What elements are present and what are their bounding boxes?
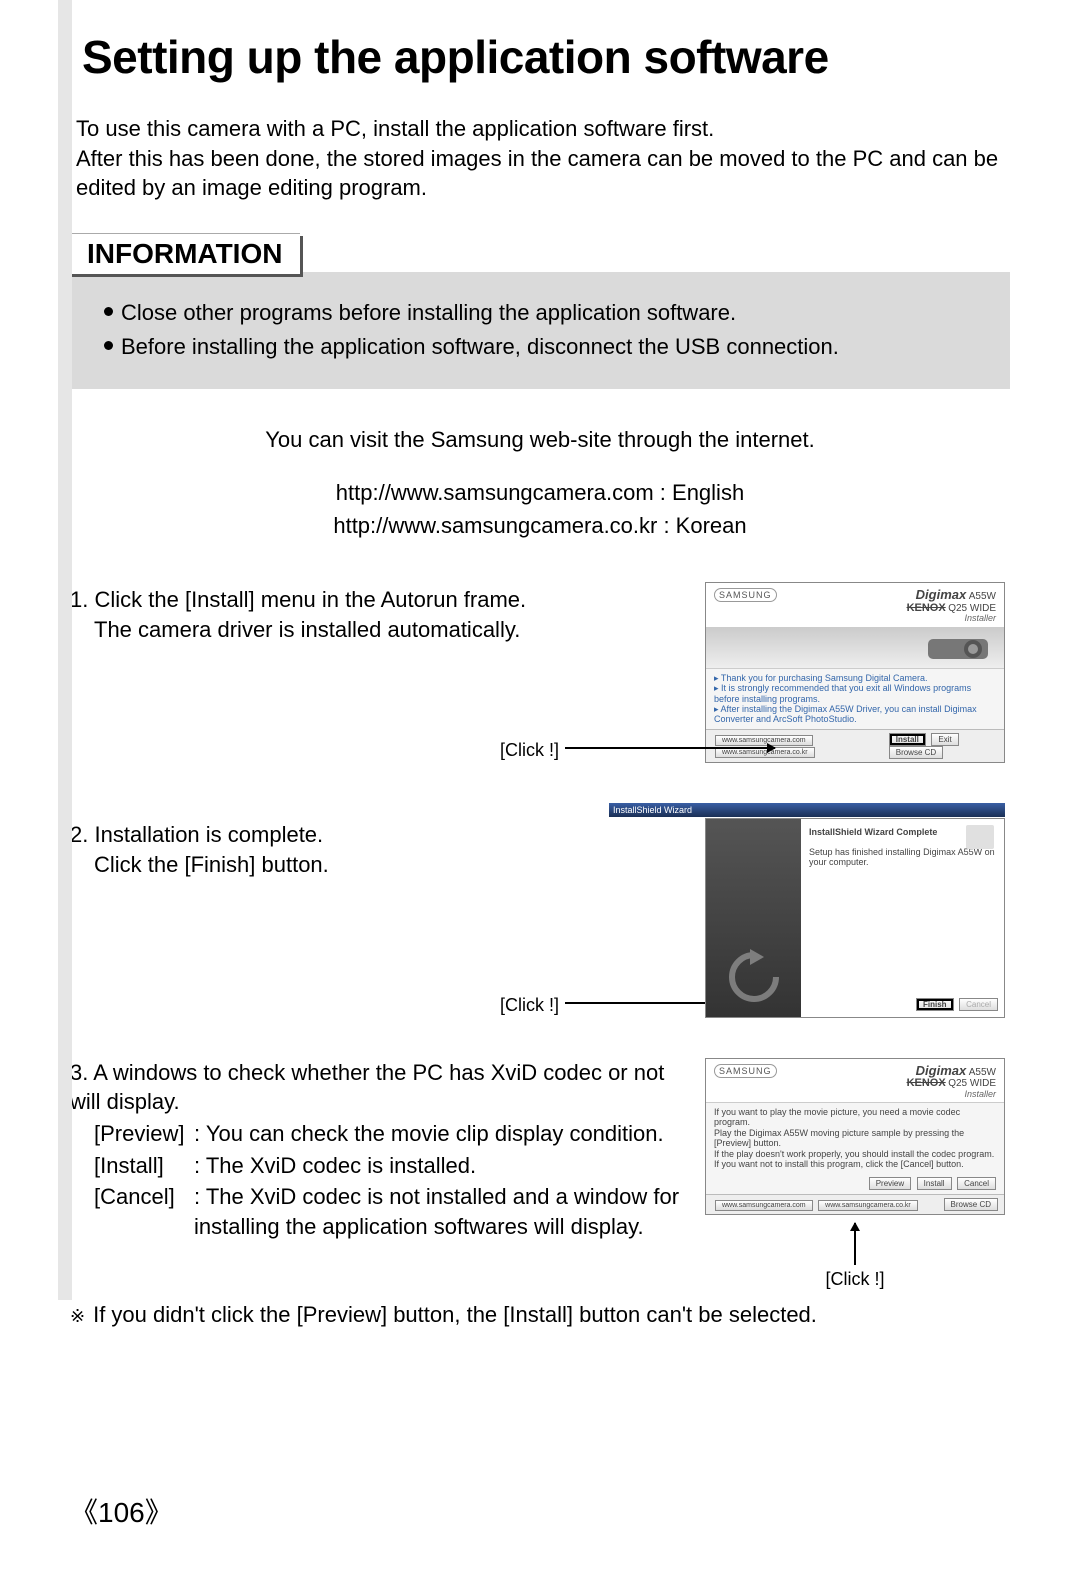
- information-header: INFORMATION: [68, 233, 300, 274]
- click-label: [Click !]: [500, 738, 559, 762]
- intro-paragraph: To use this camera with a PC, install th…: [76, 114, 1010, 203]
- url-english: http://www.samsungcamera.com : English: [70, 476, 1010, 509]
- installer-body: ▸ Thank you for purchasing Samsung Digit…: [706, 669, 1004, 729]
- exit-button[interactable]: Exit: [931, 733, 958, 746]
- step-line: The camera driver is installed automatic…: [94, 615, 690, 645]
- codec-body: If you want to play the movie picture, y…: [706, 1103, 1004, 1173]
- website-block: You can visit the Samsung web-site throu…: [70, 423, 1010, 542]
- def-label: [Preview]: [94, 1119, 194, 1149]
- def-cancel: [Cancel] : The XviD codec is not install…: [94, 1182, 690, 1241]
- box-icon: [966, 825, 994, 849]
- wizard-body: InstallShield Wizard Complete Setup has …: [801, 819, 1004, 1017]
- install-button[interactable]: Install: [917, 1177, 952, 1190]
- arrow-right-icon: [565, 1002, 725, 1004]
- wizard-titlebar: InstallShield Wizard: [609, 803, 1005, 817]
- def-desc: : The XviD codec is installed.: [194, 1151, 476, 1181]
- link-en[interactable]: www.samsungcamera.com: [715, 735, 813, 746]
- installer-label: Installer: [964, 613, 996, 623]
- step-num: 3.: [70, 1060, 88, 1085]
- model-q25: Q25 WIDE: [948, 1078, 996, 1089]
- visit-line: You can visit the Samsung web-site throu…: [70, 423, 1010, 456]
- def-preview: [Preview] : You can check the movie clip…: [94, 1119, 690, 1149]
- installer-header: SAMSUNG Digimax A55W KENOX Q25 WIDE Inst…: [706, 1059, 1004, 1103]
- footnote-text: If you didn't click the [Preview] button…: [93, 1302, 817, 1328]
- step-1-screenshot-col: SAMSUNG Digimax A55W KENOX Q25 WIDE Inst…: [700, 582, 1010, 762]
- page-number: 《106》: [70, 1491, 173, 1531]
- cancel-button[interactable]: Cancel: [957, 1177, 996, 1190]
- model-a55w: A55W: [969, 591, 996, 602]
- link-en[interactable]: www.samsungcamera.com: [715, 1200, 813, 1211]
- model-q25: Q25 WIDE: [948, 603, 996, 614]
- autorun-installer-screenshot: SAMSUNG Digimax A55W KENOX Q25 WIDE Inst…: [705, 582, 1005, 762]
- step-3-screenshot-col: SAMSUNG Digimax A55W KENOX Q25 WIDE Inst…: [700, 1058, 1010, 1291]
- wizard-complete-body: Setup has finished installing Digimax A5…: [809, 847, 996, 867]
- bullet-dot-icon: [104, 341, 113, 350]
- camera-icon: [918, 633, 998, 663]
- installer-header: SAMSUNG Digimax A55W KENOX Q25 WIDE Inst…: [706, 583, 1004, 627]
- installer-label: Installer: [964, 1089, 996, 1099]
- installshield-wizard-screenshot: InstallShield Wizard InstallShield Wizar…: [705, 818, 1005, 1018]
- def-label: [Install]: [94, 1151, 194, 1181]
- info-bullet-text: Close other programs before installing t…: [121, 298, 736, 328]
- digimax-brand: Digimax: [916, 1063, 967, 1078]
- step-line: Click the [Finish] button.: [94, 850, 690, 880]
- info-bullet-text: Before installing the application softwa…: [121, 332, 839, 362]
- browse-cd-button[interactable]: Browse CD: [889, 746, 943, 759]
- browse-cd-button[interactable]: Browse CD: [944, 1198, 998, 1211]
- step-line: A windows to check whether the PC has Xv…: [70, 1060, 664, 1115]
- manual-page: Setting up the application software To u…: [0, 0, 1080, 1585]
- reference-mark-icon: ※: [70, 1302, 85, 1330]
- information-section: INFORMATION Close other programs before …: [70, 233, 1010, 389]
- information-box: Close other programs before installing t…: [70, 272, 1010, 389]
- wizard-side-graphic: [706, 819, 801, 1017]
- install-button[interactable]: Install: [889, 733, 926, 746]
- cancel-button[interactable]: Cancel: [959, 998, 998, 1011]
- click-indicator: [Click !]: [825, 1223, 884, 1290]
- step-1: 1. Click the [Install] menu in the Autor…: [70, 582, 1010, 762]
- codec-check-screenshot: SAMSUNG Digimax A55W KENOX Q25 WIDE Inst…: [705, 1058, 1005, 1216]
- step-2-text: 2. Installation is complete. Click the […: [70, 820, 700, 1018]
- samsung-logo: SAMSUNG: [714, 1064, 777, 1078]
- def-label: [Cancel]: [94, 1182, 194, 1241]
- info-bullet: Close other programs before installing t…: [104, 298, 990, 328]
- step-2-screenshot-col: InstallShield Wizard InstallShield Wizar…: [700, 803, 1010, 1018]
- step-num: 2.: [70, 822, 88, 847]
- step-3-text: 3. A windows to check whether the PC has…: [70, 1058, 700, 1242]
- click-label: [Click !]: [825, 1269, 884, 1290]
- step-1-text: 1. Click the [Install] menu in the Autor…: [70, 585, 700, 763]
- step-num: 1.: [70, 587, 88, 612]
- step-2: 2. Installation is complete. Click the […: [70, 803, 1010, 1018]
- installer-footer: www.samsungcamera.com www.samsungcamera.…: [706, 1194, 1004, 1214]
- refresh-arrow-icon: [724, 947, 784, 1007]
- step-line: Click the [Install] menu in the Autorun …: [94, 587, 526, 612]
- angle-right-icon: 》: [145, 1497, 173, 1528]
- def-install: [Install] : The XviD codec is installed.: [94, 1151, 690, 1181]
- def-desc: : You can check the movie clip display c…: [194, 1119, 664, 1149]
- footnote: ※ If you didn't click the [Preview] butt…: [70, 1302, 1010, 1330]
- arrow-right-icon: [565, 747, 775, 749]
- left-margin-stripe: [58, 0, 72, 1300]
- samsung-logo: SAMSUNG: [714, 588, 777, 602]
- preview-button[interactable]: Preview: [869, 1177, 911, 1190]
- kenox-brand: KENOX: [907, 1077, 946, 1089]
- arrow-up-icon: [854, 1223, 856, 1265]
- url-korean: http://www.samsungcamera.co.kr : Korean: [70, 509, 1010, 542]
- click-label: [Click !]: [500, 993, 559, 1017]
- model-a55w: A55W: [969, 1067, 996, 1078]
- bullet-dot-icon: [104, 307, 113, 316]
- step-line: Installation is complete.: [94, 822, 323, 847]
- link-kr[interactable]: www.samsungcamera.co.kr: [818, 1200, 918, 1211]
- angle-left-icon: 《: [70, 1497, 98, 1528]
- finish-button[interactable]: Finish: [916, 998, 954, 1011]
- kenox-brand: KENOX: [907, 602, 946, 614]
- digimax-brand: Digimax: [916, 587, 967, 602]
- info-bullet: Before installing the application softwa…: [104, 332, 990, 362]
- step-3: 3. A windows to check whether the PC has…: [70, 1058, 1010, 1291]
- page-title: Setting up the application software: [82, 30, 1010, 84]
- installer-footer: www.samsungcamera.com www.samsungcamera.…: [706, 729, 1004, 762]
- def-desc: : The XviD codec is not installed and a …: [194, 1182, 690, 1241]
